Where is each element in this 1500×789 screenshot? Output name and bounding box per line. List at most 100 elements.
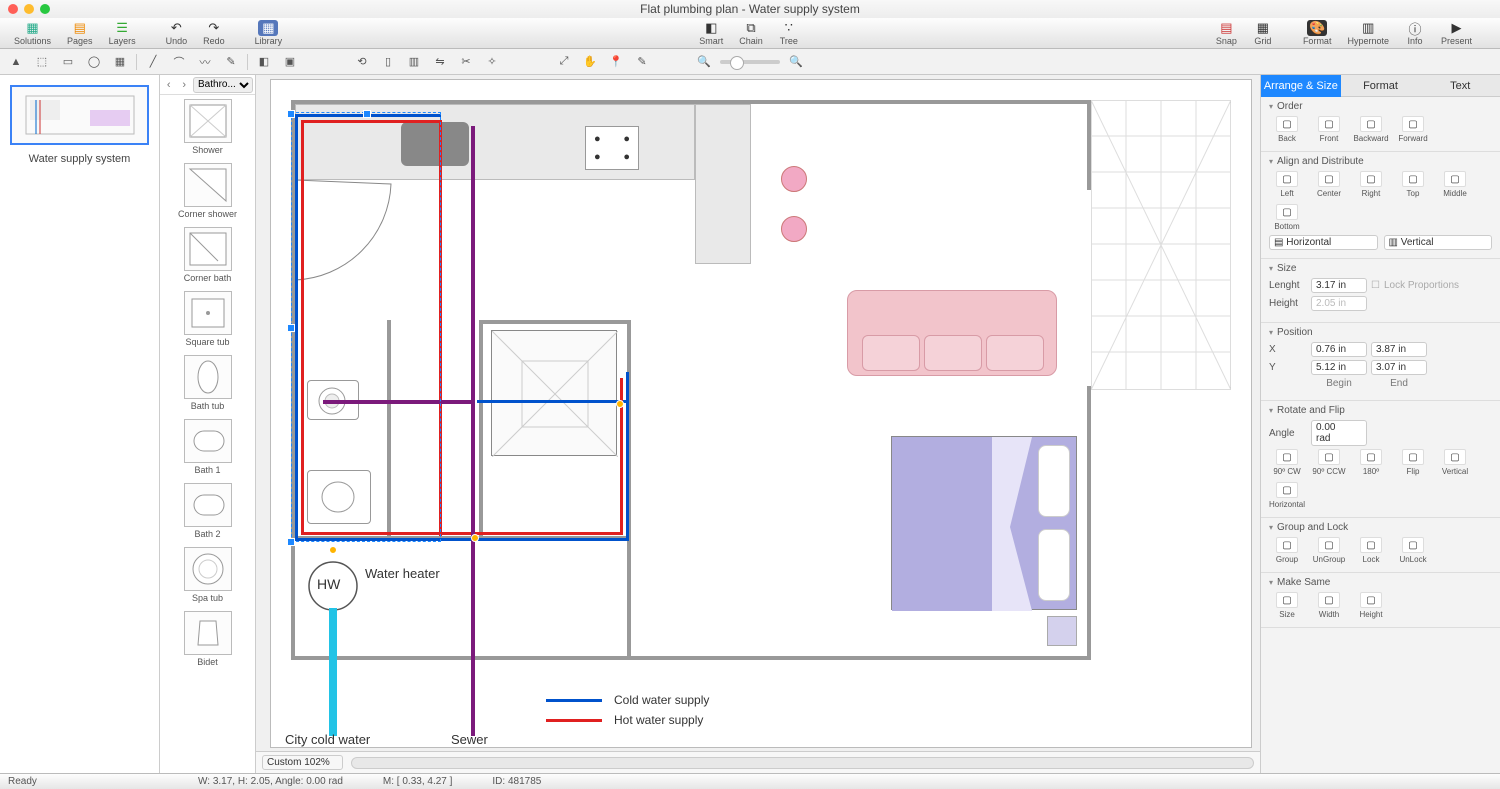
order-forward-button[interactable]: ▢Forward — [1395, 116, 1431, 143]
library-item-bath-tub[interactable]: Bath tub — [160, 351, 255, 415]
y-begin-input[interactable]: 5.12 in — [1311, 360, 1367, 375]
undo-button[interactable]: ↶Undo — [158, 20, 196, 46]
info-button[interactable]: ⓘInfo — [1397, 20, 1433, 46]
ellipse-tool[interactable]: ◯ — [84, 53, 104, 71]
text-tool[interactable]: ⬚ — [32, 53, 52, 71]
order-backward-button[interactable]: ▢Backward — [1353, 116, 1389, 143]
align-right-button[interactable]: ▢Right — [1353, 171, 1389, 198]
table-tool[interactable]: ▦ — [110, 53, 130, 71]
zoom-fit-tool[interactable]: ⤢ — [554, 53, 574, 71]
crop-tool[interactable]: ✂ — [456, 53, 476, 71]
library-item-shower[interactable]: Shower — [160, 95, 255, 159]
order-section-title[interactable]: Order — [1269, 101, 1492, 112]
canvas-area[interactable]: ●● ●● — [256, 75, 1260, 773]
spline-tool[interactable]: 〰 — [195, 53, 215, 71]
distribute-v-select[interactable]: ▥ Vertical — [1384, 235, 1493, 250]
library-button[interactable]: ▦Library — [247, 20, 291, 46]
library-item-bath-2[interactable]: Bath 2 — [160, 479, 255, 543]
lib-prev-icon[interactable]: ‹ — [162, 79, 176, 91]
hypernote-button[interactable]: ▥Hypernote — [1339, 20, 1397, 46]
tab-text[interactable]: Text — [1420, 75, 1500, 97]
insert-image-tool[interactable]: ▣ — [280, 53, 300, 71]
distribute-h-select[interactable]: ▤ Horizontal — [1269, 235, 1378, 250]
solutions-button[interactable]: ▦Solutions — [6, 20, 59, 46]
group-lock-button[interactable]: ▢Lock — [1353, 537, 1389, 564]
rotate-90-cw-button[interactable]: ▢90º CW — [1269, 449, 1305, 476]
size-section-title[interactable]: Size — [1269, 263, 1492, 274]
zoom-slider[interactable] — [720, 60, 780, 64]
zoom-select[interactable]: Custom 102% — [262, 755, 343, 770]
tab-format[interactable]: Format — [1341, 75, 1421, 97]
rotate-180--button[interactable]: ▢180º — [1353, 449, 1389, 476]
pan-tool[interactable]: ✋ — [580, 53, 600, 71]
same-section-title[interactable]: Make Same — [1269, 577, 1492, 588]
rotate-tool[interactable]: ⟲ — [352, 53, 372, 71]
rotate-flip-button[interactable]: ▢Flip — [1395, 449, 1431, 476]
path-tool[interactable]: ✧ — [482, 53, 502, 71]
order-back-button[interactable]: ▢Back — [1269, 116, 1305, 143]
pen-tool[interactable]: ✎ — [221, 53, 241, 71]
distribute-tool[interactable]: ▥ — [404, 53, 424, 71]
eyedrop-tool[interactable]: ✎ — [632, 53, 652, 71]
library-item-corner-bath[interactable]: Corner bath — [160, 223, 255, 287]
library-item-square-tub[interactable]: Square tub — [160, 287, 255, 351]
maximize-window-icon[interactable] — [40, 4, 50, 14]
lib-next-icon[interactable]: › — [178, 79, 192, 91]
length-input[interactable]: 3.17 in — [1311, 278, 1367, 293]
align-center-button[interactable]: ▢Center — [1311, 171, 1347, 198]
align-top-button[interactable]: ▢Top — [1395, 171, 1431, 198]
rotate-horizontal-button[interactable]: ▢Horizontal — [1269, 482, 1305, 509]
flip-tool[interactable]: ⇋ — [430, 53, 450, 71]
align-tool[interactable]: ▯ — [378, 53, 398, 71]
same-size-button[interactable]: ▢Size — [1269, 592, 1305, 619]
same-height-button[interactable]: ▢Height — [1353, 592, 1389, 619]
align-bottom-button[interactable]: ▢Bottom — [1269, 204, 1305, 231]
layers-button[interactable]: ☰Layers — [101, 20, 144, 46]
group-unlock-button[interactable]: ▢UnLock — [1395, 537, 1431, 564]
y-end-input[interactable]: 3.07 in — [1371, 360, 1427, 375]
x-begin-input[interactable]: 0.76 in — [1311, 342, 1367, 357]
align-section-title[interactable]: Align and Distribute — [1269, 156, 1492, 167]
order-front-button[interactable]: ▢Front — [1311, 116, 1347, 143]
format-panel-button[interactable]: 🎨Format — [1295, 20, 1340, 46]
window-controls[interactable] — [0, 4, 50, 14]
page-thumbnail[interactable] — [10, 85, 149, 145]
zoom-in-icon[interactable]: 🔍 — [786, 53, 806, 71]
close-window-icon[interactable] — [8, 4, 18, 14]
snap-button[interactable]: ▤Snap — [1208, 20, 1245, 46]
zoom-out-icon[interactable]: 🔍 — [694, 53, 714, 71]
rotate-section-title[interactable]: Rotate and Flip — [1269, 405, 1492, 416]
same-width-button[interactable]: ▢Width — [1311, 592, 1347, 619]
library-item-bath-1[interactable]: Bath 1 — [160, 415, 255, 479]
x-end-input[interactable]: 3.87 in — [1371, 342, 1427, 357]
redo-button[interactable]: ↷Redo — [195, 20, 233, 46]
horizontal-scrollbar[interactable] — [351, 757, 1254, 769]
tree-connector-button[interactable]: ∵Tree — [771, 20, 807, 46]
grid-button[interactable]: ▦Grid — [1245, 20, 1281, 46]
library-item-bidet[interactable]: Bidet — [160, 607, 255, 671]
drawing-canvas[interactable]: ●● ●● — [270, 79, 1252, 748]
arc-tool[interactable]: ⌒ — [169, 53, 189, 71]
angle-input[interactable]: 0.00 rad — [1311, 420, 1367, 446]
group-group-button[interactable]: ▢Group — [1269, 537, 1305, 564]
minimize-window-icon[interactable] — [24, 4, 34, 14]
anchor-tool[interactable]: 📍 — [606, 53, 626, 71]
smart-connector-button[interactable]: ◧Smart — [691, 20, 731, 46]
tab-arrange-size[interactable]: Arrange & Size — [1261, 75, 1341, 97]
lock-proportions-check[interactable]: ☐Lock Proportions — [1371, 280, 1459, 291]
select-tool[interactable]: ▲ — [6, 53, 26, 71]
library-category-select[interactable]: Bathro... — [193, 77, 253, 93]
chain-connector-button[interactable]: ⧉Chain — [731, 20, 771, 46]
line-tool[interactable]: ╱ — [143, 53, 163, 71]
position-section-title[interactable]: Position — [1269, 327, 1492, 338]
rotate-90-ccw-button[interactable]: ▢90º CCW — [1311, 449, 1347, 476]
rect-tool[interactable]: ▭ — [58, 53, 78, 71]
group-section-title[interactable]: Group and Lock — [1269, 522, 1492, 533]
align-middle-button[interactable]: ▢Middle — [1437, 171, 1473, 198]
insert-shape-tool[interactable]: ◧ — [254, 53, 274, 71]
present-button[interactable]: ▶Present — [1433, 20, 1480, 46]
library-item-spa-tub[interactable]: Spa tub — [160, 543, 255, 607]
align-left-button[interactable]: ▢Left — [1269, 171, 1305, 198]
pages-button[interactable]: ▤Pages — [59, 20, 101, 46]
group-ungroup-button[interactable]: ▢UnGroup — [1311, 537, 1347, 564]
